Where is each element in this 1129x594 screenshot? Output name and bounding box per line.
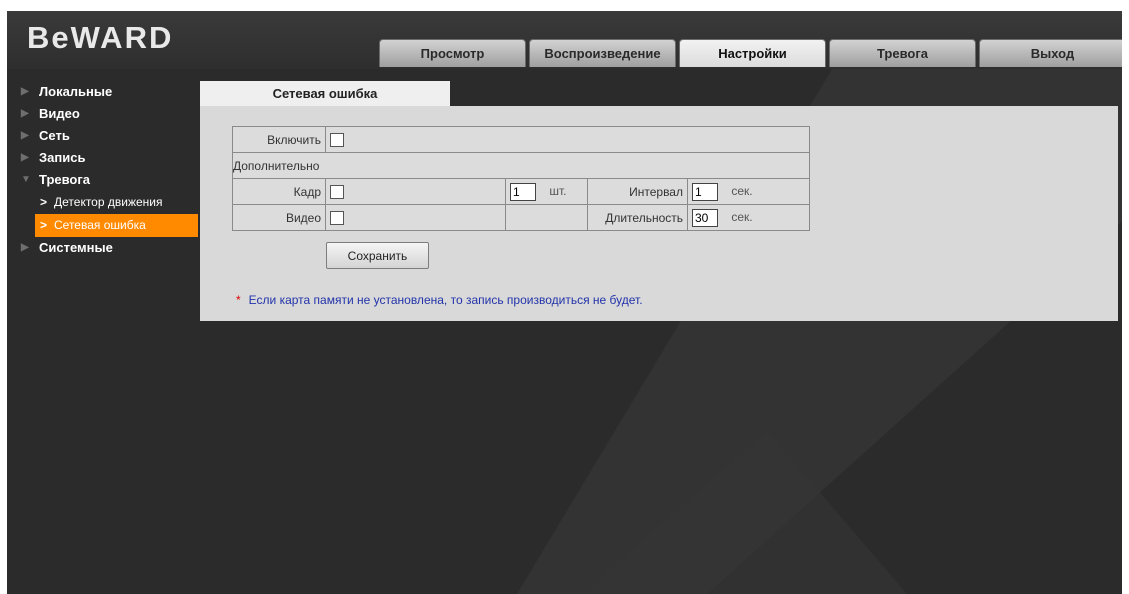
sidebar-item-label: Сеть	[39, 128, 70, 143]
video-label: Видео	[232, 204, 326, 231]
frame-cell	[325, 178, 506, 205]
header: BeWARD Просмотр Воспроизведение Настройк…	[7, 11, 1122, 69]
duration-unit: сек.	[731, 209, 753, 224]
chevron-right-icon: >	[40, 218, 48, 232]
triangle-right-icon: ▶	[21, 108, 29, 119]
triangle-right-icon: ▶	[21, 86, 29, 97]
frame-count-cell: 1 шт.	[505, 178, 588, 205]
sidebar-item-system[interactable]: ▶ Системные	[7, 237, 199, 259]
table-row: Включить	[232, 126, 810, 153]
content-area: Сетевая ошибка Включить Дополнительно Ка…	[200, 81, 1118, 321]
main-nav: Просмотр Воспроизведение Настройки Трево…	[379, 39, 1122, 67]
enable-label: Включить	[232, 126, 326, 153]
sidebar-item-label: Запись	[39, 150, 86, 165]
interval-unit: сек.	[731, 183, 753, 198]
enable-checkbox[interactable]	[330, 132, 344, 147]
sidebar-subitem-motion-detector[interactable]: > Детектор движения	[7, 191, 199, 214]
sidebar-item-video[interactable]: ▶ Видео	[7, 103, 199, 125]
frame-checkbox[interactable]	[330, 184, 344, 199]
sidebar-subitem-label: Детектор движения	[54, 195, 163, 209]
sidebar-item-record[interactable]: ▶ Запись	[7, 147, 199, 169]
duration-cell: 30 сек.	[687, 204, 810, 231]
duration-label: Длительность	[587, 204, 688, 231]
tab-alarm[interactable]: Тревога	[829, 39, 976, 67]
triangle-right-icon: ▶	[21, 152, 29, 163]
tab-settings[interactable]: Настройки	[679, 39, 826, 67]
note-text: Если карта памяти не установлена, то зап…	[248, 293, 643, 307]
tab-playback[interactable]: Воспроизведение	[529, 39, 676, 67]
sidebar-item-network[interactable]: ▶ Сеть	[7, 125, 199, 147]
extra-label: Дополнительно	[232, 152, 810, 179]
frame-count-unit: шт.	[549, 183, 567, 198]
video-checkbox[interactable]	[330, 210, 344, 225]
content-tab-network-error[interactable]: Сетевая ошибка	[200, 81, 450, 106]
table-row: Видео Длительность 30 сек.	[232, 204, 810, 231]
sidebar-item-alarm[interactable]: ▼ Тревога	[7, 169, 199, 191]
interval-input[interactable]: 1	[692, 182, 718, 201]
frame-count-input[interactable]: 1	[510, 182, 536, 201]
table-row: Кадр 1 шт. Интервал 1 сек.	[232, 178, 810, 205]
triangle-down-icon: ▼	[21, 174, 31, 185]
sidebar-subitem-network-error[interactable]: > Сетевая ошибка	[35, 214, 198, 237]
empty-cell	[505, 204, 588, 231]
enable-cell	[325, 126, 810, 153]
table-row: Дополнительно	[232, 152, 810, 179]
save-button[interactable]: Сохранить	[326, 242, 429, 269]
chevron-right-icon: >	[40, 195, 48, 209]
video-cell	[325, 204, 506, 231]
frame-label: Кадр	[232, 178, 326, 205]
tab-exit[interactable]: Выход	[979, 39, 1122, 67]
sidebar-item-label: Видео	[39, 106, 80, 121]
settings-panel: Включить Дополнительно Кадр 1 шт. Интерв…	[200, 106, 1118, 321]
triangle-right-icon: ▶	[21, 242, 29, 253]
sidebar: ▶ Локальные ▶ Видео ▶ Сеть ▶ Запись ▼ Тр…	[7, 81, 199, 259]
sidebar-item-label: Тревога	[39, 172, 91, 187]
interval-cell: 1 сек.	[687, 178, 810, 205]
duration-input[interactable]: 30	[692, 208, 718, 227]
beward-logo: BeWARD	[27, 20, 174, 55]
sidebar-subitem-label: Сетевая ошибка	[54, 218, 146, 232]
sidebar-item-label: Локальные	[39, 84, 113, 99]
app-window: BeWARD Просмотр Воспроизведение Настройк…	[7, 11, 1122, 594]
memory-card-note: * Если карта памяти не установлена, то за…	[236, 293, 643, 307]
tab-view[interactable]: Просмотр	[379, 39, 526, 67]
sidebar-item-label: Системные	[39, 240, 113, 255]
settings-table: Включить Дополнительно Кадр 1 шт. Интерв…	[232, 126, 810, 231]
triangle-right-icon: ▶	[21, 130, 29, 141]
sidebar-item-local[interactable]: ▶ Локальные	[7, 81, 199, 103]
note-asterisk: *	[236, 293, 241, 307]
interval-label: Интервал	[587, 178, 688, 205]
